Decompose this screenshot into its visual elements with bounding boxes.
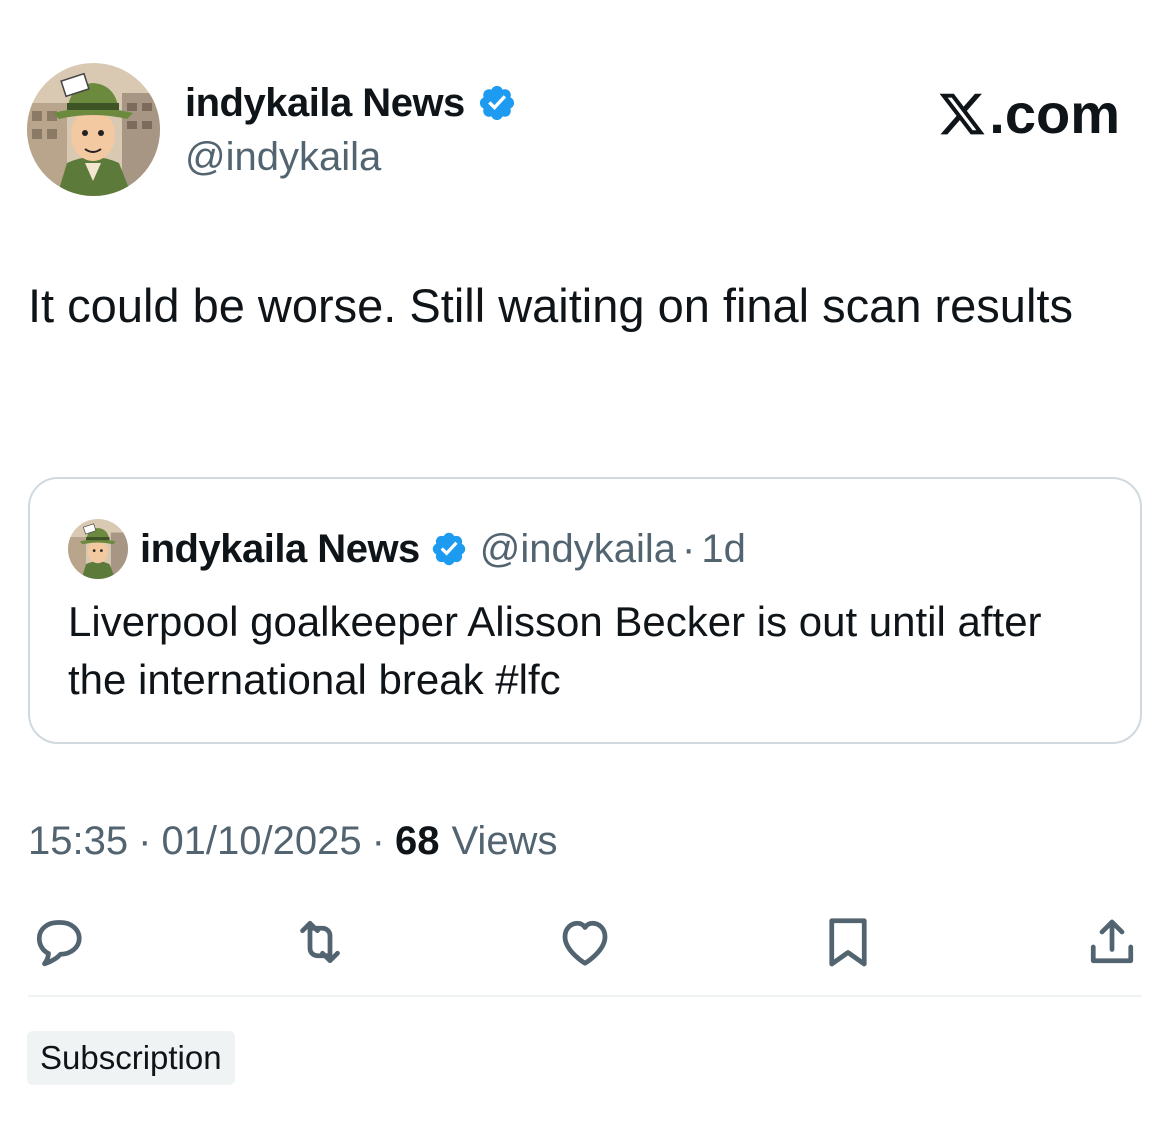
author-display-name[interactable]: indykaila News [185, 80, 465, 126]
reply-icon [36, 920, 82, 967]
subscription-badge[interactable]: Subscription [27, 1031, 235, 1085]
x-logo-icon [939, 93, 985, 135]
brand-domain: .com [989, 82, 1120, 145]
verified-badge-icon [479, 85, 514, 121]
author-name-row[interactable]: indykaila News [185, 80, 517, 126]
meta-separator: · [371, 819, 385, 863]
x-com-brand: .com [937, 82, 1120, 146]
divider [28, 995, 1142, 997]
quoted-author-avatar[interactable] [68, 519, 128, 579]
action-bar [28, 910, 1142, 974]
cartoon-reporter-avatar-icon [68, 519, 128, 579]
views-label: Views [451, 819, 558, 863]
quoted-tweet-card[interactable]: indykaila News @indykaila · 1d Liverpool… [28, 477, 1142, 744]
views-count[interactable]: 68 [395, 815, 440, 867]
quoted-separator: · [682, 526, 696, 571]
tweet-date[interactable]: 01/10/2025 [161, 815, 361, 867]
share-button[interactable] [1080, 910, 1144, 974]
verified-badge-icon [432, 532, 466, 566]
like-button[interactable] [553, 910, 617, 974]
meta-separator: · [138, 819, 152, 863]
retweet-button[interactable] [288, 910, 352, 974]
quoted-tweet-text: Liverpool goalkeeper Alisson Becker is o… [68, 598, 1042, 703]
quoted-tweet-age[interactable]: 1d [701, 527, 746, 572]
cartoon-reporter-avatar-icon [27, 63, 160, 196]
tweet-meta: 15:35 · 01/10/2025 · 68 Views [28, 815, 557, 867]
reply-button[interactable] [26, 910, 90, 974]
tweet-text: It could be worse. Still waiting on fina… [28, 279, 1073, 332]
share-icon [1090, 919, 1134, 964]
retweet-icon [300, 920, 340, 964]
author-avatar[interactable] [27, 63, 160, 196]
quoted-author-name[interactable]: indykaila News [140, 527, 420, 572]
bookmark-icon [829, 918, 867, 967]
quoted-tweet-header: indykaila News @indykaila · 1d [68, 519, 746, 579]
author-handle[interactable]: @indykaila [185, 134, 381, 180]
tweet-screenshot: indykaila News @indykaila .com It could … [0, 0, 1170, 1137]
quoted-author-handle[interactable]: @indykaila [480, 527, 676, 572]
tweet-time[interactable]: 15:35 [28, 815, 128, 867]
bookmark-button[interactable] [816, 910, 880, 974]
like-icon [562, 920, 608, 966]
